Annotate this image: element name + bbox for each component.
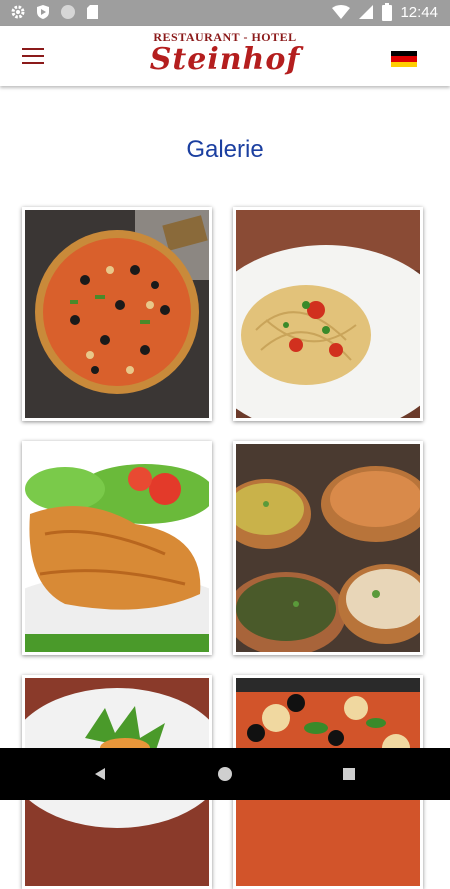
gallery-image-schnitzel[interactable] — [22, 441, 212, 655]
logo-title: Steinhof — [149, 42, 301, 77]
app-header: RESTAURANT - HOTEL Steinhof — [0, 26, 450, 86]
sd-card-icon — [87, 5, 98, 19]
page-title: Galerie — [186, 136, 264, 163]
gallery-image-curry-bowls[interactable] — [233, 441, 423, 655]
wifi-icon — [332, 5, 351, 19]
shield-icon — [37, 5, 49, 19]
battery-icon — [382, 3, 393, 21]
back-icon[interactable] — [70, 748, 130, 800]
logo: RESTAURANT - HOTEL Steinhof — [130, 26, 320, 86]
gallery-image-pizza[interactable] — [22, 207, 212, 421]
status-bar: 12:44 — [0, 0, 450, 26]
status-time: 12:44 — [400, 3, 438, 21]
german-flag-icon[interactable] — [391, 51, 417, 67]
gallery-image-spaghetti[interactable] — [233, 207, 423, 421]
home-icon[interactable] — [195, 748, 255, 800]
signal-icon — [359, 5, 374, 19]
circle-icon — [61, 5, 75, 19]
gear-icon — [11, 5, 25, 19]
hamburger-icon[interactable] — [22, 48, 44, 64]
system-nav-bar — [0, 748, 450, 800]
recents-icon[interactable] — [319, 748, 379, 800]
